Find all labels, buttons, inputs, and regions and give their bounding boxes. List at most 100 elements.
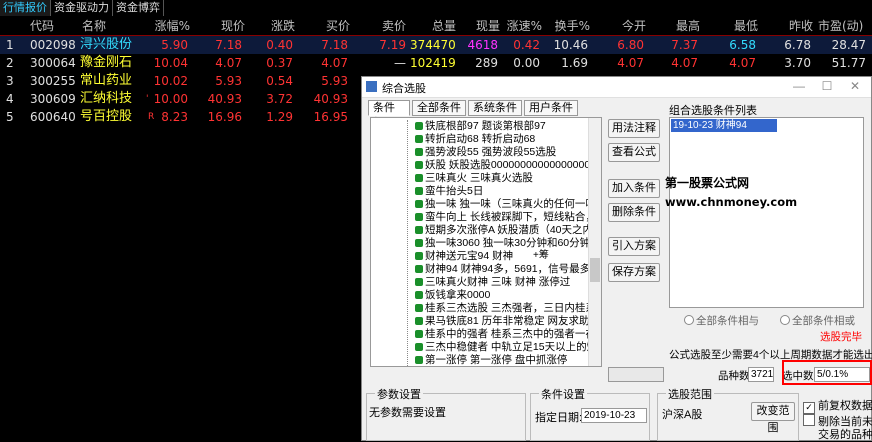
col-high[interactable]: 最高 (664, 17, 700, 35)
range-group: 选股范围 沪深A股 改变范围 (657, 386, 799, 441)
tree-item[interactable]: 第一涨停 第一涨停 盘中抓涨停 (415, 354, 590, 366)
tree-item[interactable]: 三味真火财神 三味 财神 涨停过 (415, 276, 590, 289)
table-header: 代码 名称 涨幅% 现价 涨跌 买价 卖价 总量 现量 涨速% 换手% 今开 最… (0, 17, 872, 36)
count-value: 3721 (748, 367, 774, 382)
tree-item[interactable]: 短期多次涨停A 妖股潜质（40天之内涨 (415, 224, 590, 237)
combined-condition-list[interactable]: 19-10-23 财神94 (669, 117, 864, 308)
add-condition-button[interactable]: 加入条件 (608, 179, 660, 198)
exclude-label-line2: 交易的品种 (818, 429, 872, 441)
watermark-url: www.chnmoney.com (665, 195, 798, 209)
tree-item[interactable]: 饭钱拿来0000 (415, 289, 590, 302)
col-turn[interactable]: 换手% (548, 17, 590, 35)
col-ask[interactable]: 卖价 (372, 17, 406, 35)
col-prev[interactable]: 昨收 (777, 17, 813, 35)
progress-field (608, 367, 664, 382)
checkbox-pre-adjusted[interactable]: ✓ 前复权数据 (803, 397, 872, 414)
formula-icon (415, 278, 423, 286)
tab-quote[interactable]: 行情报价 (0, 0, 51, 16)
date-label: 指定日期: (535, 412, 583, 424)
tree-item[interactable]: 果马铁底81 历年非常稳定 网友求助 (415, 315, 590, 328)
tab-user-conditions[interactable]: 用户条件 (524, 100, 578, 116)
tree-item[interactable]: 转折启动68 转折启动68 (415, 133, 590, 146)
minimize-icon[interactable]: — (790, 79, 808, 93)
col-pct[interactable]: 涨幅% (140, 17, 190, 35)
tree-scrollbar[interactable] (588, 118, 601, 366)
tree-item[interactable]: 独一味 独一味（三味真火的任何一味 (415, 198, 590, 211)
tree-item[interactable]: 财神94 财神94多，5691，信号最多 (415, 263, 590, 276)
tree-item[interactable]: 强势波段55 强势波段55选股 (415, 146, 590, 159)
formula-icon (415, 226, 423, 234)
import-scheme-button[interactable]: 引入方案 (608, 237, 660, 256)
col-open[interactable]: 今开 (610, 17, 646, 35)
top-tabs: 行情报价 资金驱动力 资金博弈 (0, 0, 872, 18)
delete-condition-button[interactable]: 删除条件 (608, 203, 660, 222)
formula-icon (415, 187, 423, 195)
tree-item[interactable]: 蛮牛向上 长线被踩脚下，短线粘合， (415, 211, 590, 224)
formula-icon (415, 200, 423, 208)
formula-icon (415, 291, 423, 299)
save-scheme-button[interactable]: 保存方案 (608, 263, 660, 282)
tree-item[interactable]: 铁底根部97 题谈第根部97 (415, 120, 590, 133)
tab-fund-drive[interactable]: 资金驱动力 (51, 0, 113, 16)
dialog-title: 综合选股 (382, 83, 426, 95)
count-label: 品种数 (718, 370, 750, 382)
maximize-icon[interactable]: ☐ (818, 79, 836, 93)
tree-item[interactable]: 三味真火 三味真火选股 (415, 172, 590, 185)
change-range-button[interactable]: 改变范围 (751, 402, 795, 434)
col-spd[interactable]: 涨速% (502, 17, 542, 35)
formula-icon (415, 265, 423, 273)
range-value: 沪深A股 (662, 409, 703, 421)
col-low[interactable]: 最低 (722, 17, 758, 35)
col-vol[interactable]: 总量 (420, 17, 456, 35)
usage-notes-button[interactable]: 用法注释 (608, 119, 660, 138)
condition-settings-group: 条件设置 指定日期: 2019-10-23 (530, 386, 650, 441)
formula-icon (415, 343, 423, 351)
formula-icon (415, 252, 423, 260)
condition-tree[interactable]: 铁底根部97 题谈第根部97 转折启动68 转折启动68 强势波段55 强势波段55… (370, 117, 602, 367)
formula-icon (415, 148, 423, 156)
tree-guide-line (407, 120, 408, 366)
no-params-text: 无参数需要设置 (369, 407, 446, 419)
stock-screener-dialog: 综合选股 — ☐ ✕ 条件组 全部条件 系统条件 用户条件 铁底根部97 题谈第… (361, 76, 872, 441)
col-name[interactable]: 名称 (82, 17, 106, 35)
tab-condition-group[interactable]: 条件组 (368, 100, 410, 129)
scrollbar-thumb[interactable] (590, 258, 600, 282)
tree-item-suffix: +筹 (533, 250, 549, 261)
formula-icon (415, 213, 423, 221)
tree-item[interactable]: 妖股 妖股选股000000000000000000 (415, 159, 590, 172)
formula-icon (415, 304, 423, 312)
col-code[interactable]: 代码 (30, 17, 54, 35)
formula-icon (415, 239, 423, 247)
tree-item[interactable]: 桂系三杰选股 三杰强者，三日内桂系 (415, 302, 590, 315)
tree-item[interactable]: 三杰中稳健者 中轨立足15天以上的短 (415, 341, 590, 354)
table-row[interactable]: 1 002098 浔兴股份 5.90 7.18 0.40 7.18 7.19 3… (0, 36, 872, 54)
formula-icon (415, 122, 423, 130)
formula-icon (415, 330, 423, 338)
tree-item[interactable]: 蛮牛抬头5日 (415, 185, 590, 198)
col-price[interactable]: 现价 (200, 17, 245, 35)
col-bid[interactable]: 买价 (310, 17, 350, 35)
highlight-box (782, 360, 872, 385)
col-chg[interactable]: 涨跌 (255, 17, 295, 35)
formula-icon (415, 135, 423, 143)
app-icon (366, 81, 377, 92)
params-group: 参数设置 无参数需要设置 (366, 386, 526, 441)
tab-system-conditions[interactable]: 系统条件 (468, 100, 522, 116)
table-row[interactable]: 2 300064 豫金刚石 10.04 4.07 0.37 4.07 — 102… (0, 54, 872, 72)
radio-all-or[interactable]: 全部条件相或 (780, 313, 855, 328)
col-pe[interactable]: 市盈(动) (818, 17, 863, 35)
radio-all-and[interactable]: 全部条件相与 (684, 313, 759, 328)
col-cur[interactable]: 现量 (464, 17, 500, 35)
tree-item[interactable]: 桂系中的强者 桂系三杰中的强者一在 (415, 328, 590, 341)
formula-icon (415, 317, 423, 325)
list-item[interactable]: 19-10-23 财神94 (671, 119, 777, 132)
tab-fund-game[interactable]: 资金博弈 (113, 0, 164, 16)
formula-icon (415, 356, 423, 364)
dialog-titlebar[interactable]: 综合选股 — ☐ ✕ (362, 77, 871, 98)
formula-icon (415, 161, 423, 169)
status-text: 选股完毕 (820, 331, 862, 343)
view-formula-button[interactable]: 查看公式 (608, 143, 660, 162)
tab-all-conditions[interactable]: 全部条件 (412, 100, 466, 116)
date-input[interactable]: 2019-10-23 (581, 408, 647, 423)
close-icon[interactable]: ✕ (846, 79, 864, 93)
